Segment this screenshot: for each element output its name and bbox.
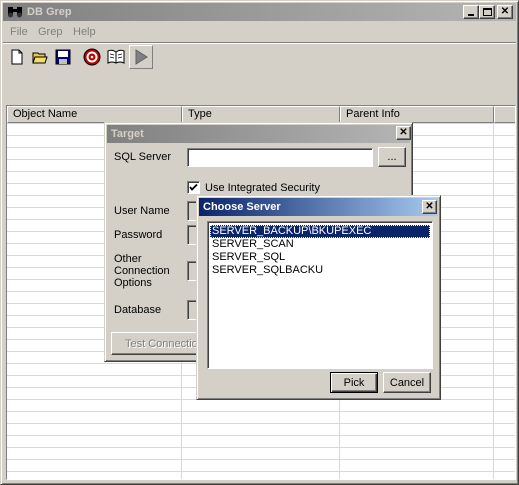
target-button[interactable]: [81, 46, 103, 68]
save-icon: [55, 49, 71, 65]
main-window: DB Grep ✕ File Grep Help Object Name Typ…: [0, 0, 519, 485]
choose-server-dialog: Choose Server ✕ SERVER_BACKUP\BKUPEXEC S…: [196, 195, 441, 400]
column-header-object-name[interactable]: Object Name: [7, 106, 182, 123]
close-button[interactable]: ✕: [497, 5, 513, 19]
server-list-item[interactable]: SERVER_SQLBACKU: [210, 264, 430, 277]
window-title: DB Grep: [27, 6, 72, 18]
target-dialog-title-bar[interactable]: Target: [107, 125, 410, 143]
server-listbox[interactable]: SERVER_BACKUP\BKUPEXEC SERVER_SCAN SERVE…: [207, 221, 433, 369]
column-header-filler: [494, 106, 515, 123]
book-button[interactable]: [105, 46, 127, 68]
integrated-security-label: Use Integrated Security: [205, 182, 320, 194]
save-button[interactable]: [52, 46, 74, 68]
book-icon: [107, 49, 125, 64]
menu-separator: [3, 42, 516, 44]
password-label: Password: [114, 229, 163, 241]
run-icon: [135, 49, 148, 65]
new-button[interactable]: [6, 46, 28, 68]
other-options-label-line3: Options: [114, 277, 152, 289]
menu-grep[interactable]: Grep: [38, 26, 62, 38]
minimize-button[interactable]: [463, 5, 479, 19]
database-label: Database: [114, 304, 162, 316]
close-icon: ✕: [500, 6, 510, 17]
other-options-label-line2: Connection: [114, 265, 170, 277]
column-header-parent-info[interactable]: Parent Info: [340, 106, 494, 123]
maximize-button[interactable]: [479, 5, 495, 19]
user-name-label: User Name: [114, 205, 170, 217]
cancel-button[interactable]: Cancel: [383, 372, 431, 393]
browse-servers-button[interactable]: ...: [378, 147, 406, 167]
minimize-icon: [468, 14, 474, 16]
test-connection-button[interactable]: Test Connectio: [111, 332, 203, 355]
other-options-label-line1: Other: [114, 253, 142, 265]
close-icon: ✕: [399, 127, 408, 138]
target-dialog-title: Target: [111, 128, 144, 140]
choose-server-close-button[interactable]: ✕: [422, 200, 437, 214]
integrated-security-checkbox[interactable]: [187, 181, 200, 194]
test-connection-label: Test Connectio: [125, 337, 198, 350]
menu-help[interactable]: Help: [73, 26, 96, 38]
sql-server-label: SQL Server: [114, 151, 172, 163]
choose-server-title: Choose Server: [203, 201, 281, 213]
choose-server-title-bar[interactable]: Choose Server: [199, 198, 438, 216]
target-dialog-close-button[interactable]: ✕: [396, 126, 411, 140]
target-icon: [83, 48, 101, 66]
open-button[interactable]: [29, 46, 51, 68]
new-document-icon: [11, 49, 23, 65]
run-button[interactable]: [129, 45, 153, 69]
checkmark-icon: [189, 183, 198, 191]
menu-file[interactable]: File: [10, 26, 28, 38]
sql-server-input[interactable]: [187, 148, 373, 167]
open-folder-icon: [32, 52, 48, 64]
pick-button[interactable]: Pick: [330, 372, 378, 393]
server-list-item-selected[interactable]: SERVER_BACKUP\BKUPEXEC: [210, 225, 430, 238]
main-title-bar[interactable]: DB Grep: [3, 3, 516, 21]
column-header-type[interactable]: Type: [182, 106, 340, 123]
server-list-item[interactable]: SERVER_SCAN: [210, 238, 430, 251]
server-list-item[interactable]: SERVER_SQL: [210, 251, 430, 264]
binoculars-icon: [7, 5, 23, 19]
close-icon: ✕: [425, 201, 434, 212]
maximize-icon: [482, 8, 492, 16]
